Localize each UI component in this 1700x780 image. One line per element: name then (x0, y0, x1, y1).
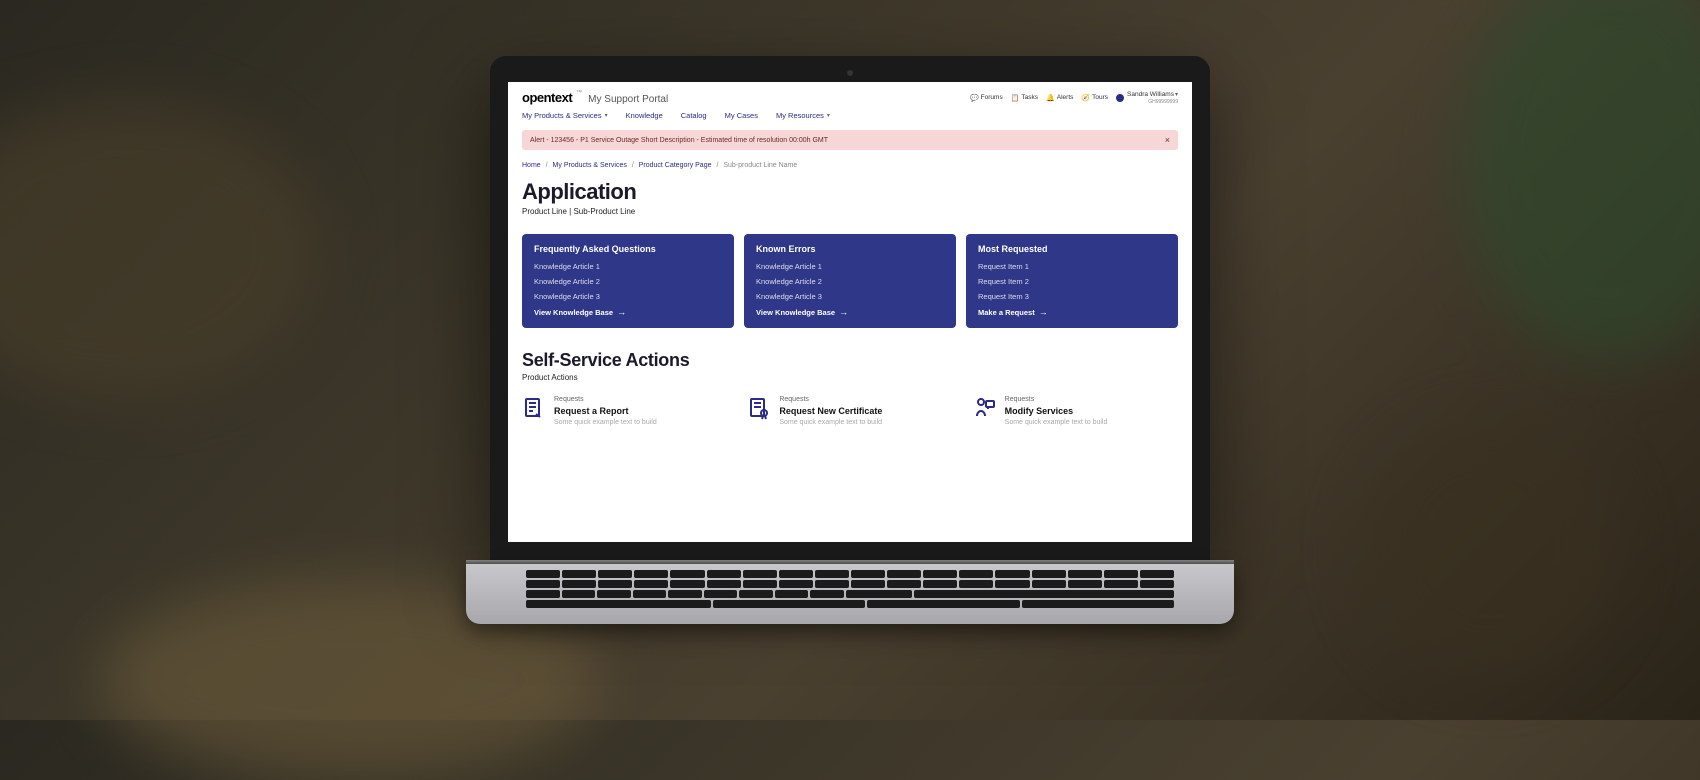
arrow-right-icon: → (839, 307, 848, 317)
nav-products[interactable]: My Products & Services ▾ (522, 111, 608, 120)
action-desc: Some quick example text to build (554, 419, 657, 426)
crumb-sep: / (632, 162, 634, 169)
arrow-right-icon: → (617, 307, 626, 317)
crumb-sep: / (716, 162, 718, 169)
tours-link[interactable]: 🧭 Tours (1081, 94, 1108, 102)
errors-item[interactable]: Knowledge Article 2 (756, 277, 944, 286)
self-service-title: Self-Service Actions (522, 350, 1178, 371)
requested-card-title: Most Requested (978, 244, 1166, 254)
user-menu[interactable]: Sandra Williams ▾ GH99999999 (1116, 91, 1178, 105)
action-desc: Some quick example text to build (1005, 419, 1108, 426)
brand-logo: opentext (522, 90, 572, 105)
requested-card: Most Requested Request Item 1 Request It… (966, 234, 1178, 328)
faq-item[interactable]: Knowledge Article 2 (534, 277, 722, 286)
faq-card-title: Frequently Asked Questions (534, 244, 722, 254)
crumb-current: Sub-product Line Name (723, 162, 797, 169)
forums-label: Forums (981, 94, 1003, 101)
crumb-category[interactable]: Product Category Page (639, 162, 712, 169)
laptop-deck (466, 564, 1234, 624)
faq-item[interactable]: Knowledge Article 1 (534, 262, 722, 271)
errors-card: Known Errors Knowledge Article 1 Knowled… (744, 234, 956, 328)
action-category: Requests (779, 396, 882, 403)
errors-cta[interactable]: View Knowledge Base → (756, 307, 944, 317)
user-id: GH99999999 (1127, 99, 1178, 105)
alert-text: Alert - 123456 - P1 Service Outage Short… (530, 137, 828, 144)
report-icon (522, 396, 546, 420)
laptop-keyboard (526, 570, 1174, 610)
laptop-mockup: opentext ™ My Support Portal 💬 Forums 📋 … (490, 56, 1210, 624)
action-category: Requests (554, 396, 657, 403)
requested-item[interactable]: Request Item 1 (978, 262, 1166, 271)
self-service-actions-row: Requests Request a Report Some quick exa… (522, 396, 1178, 426)
laptop-bezel: opentext ™ My Support Portal 💬 Forums 📋 … (490, 56, 1210, 560)
compass-icon: 🧭 (1081, 94, 1090, 102)
nav-catalog[interactable]: Catalog (681, 111, 707, 120)
requested-item[interactable]: Request Item 3 (978, 292, 1166, 301)
chevron-down-icon: ▾ (827, 112, 830, 119)
crumb-sep: / (546, 162, 548, 169)
faq-cta-label: View Knowledge Base (534, 308, 613, 317)
header-utility-links: 💬 Forums 📋 Tasks 🔔 Alerts 🧭 (970, 91, 1178, 105)
self-service-subtitle: Product Actions (522, 373, 1178, 382)
laptop-screen: opentext ™ My Support Portal 💬 Forums 📋 … (508, 82, 1192, 542)
camera-dot (847, 70, 853, 76)
brand[interactable]: opentext ™ My Support Portal (522, 90, 668, 105)
nav-knowledge[interactable]: Knowledge (626, 111, 663, 120)
errors-card-title: Known Errors (756, 244, 944, 254)
page-subtitle: Product Line | Sub-Product Line (522, 207, 1178, 216)
tasks-label: Tasks (1021, 94, 1038, 101)
alerts-link[interactable]: 🔔 Alerts (1046, 94, 1073, 102)
alerts-label: Alerts (1057, 94, 1074, 101)
action-category: Requests (1005, 396, 1108, 403)
avatar (1116, 94, 1124, 102)
user-name: Sandra Williams (1127, 91, 1174, 98)
action-request-report[interactable]: Requests Request a Report Some quick exa… (522, 396, 727, 426)
nav-resources-label: My Resources (776, 111, 824, 120)
nav-products-label: My Products & Services (522, 111, 602, 120)
requested-cta[interactable]: Make a Request → (978, 307, 1166, 317)
crumb-home[interactable]: Home (522, 162, 541, 169)
action-desc: Some quick example text to build (779, 419, 882, 426)
tasks-link[interactable]: 📋 Tasks (1011, 94, 1038, 102)
requested-item[interactable]: Request Item 2 (978, 277, 1166, 286)
crumb-products[interactable]: My Products & Services (553, 162, 627, 169)
support-portal-page: opentext ™ My Support Portal 💬 Forums 📋 … (508, 82, 1192, 434)
close-icon[interactable]: × (1165, 135, 1170, 145)
action-title: Request New Certificate (779, 406, 882, 416)
tours-label: Tours (1092, 94, 1108, 101)
nav-cases[interactable]: My Cases (725, 111, 758, 120)
page-title: Application (522, 179, 1178, 205)
faq-card: Frequently Asked Questions Knowledge Art… (522, 234, 734, 328)
nav-resources[interactable]: My Resources ▾ (776, 111, 830, 120)
arrow-right-icon: → (1039, 307, 1048, 317)
action-title: Request a Report (554, 406, 657, 416)
certificate-icon (747, 396, 771, 420)
chat-icon: 💬 (970, 94, 979, 102)
info-cards-row: Frequently Asked Questions Knowledge Art… (522, 234, 1178, 328)
main-nav: My Products & Services ▾ Knowledge Catal… (522, 111, 1178, 120)
brand-trademark: ™ (576, 90, 582, 96)
faq-cta[interactable]: View Knowledge Base → (534, 307, 722, 317)
errors-cta-label: View Knowledge Base (756, 308, 835, 317)
brand-subtitle: My Support Portal (588, 94, 668, 105)
errors-item[interactable]: Knowledge Article 1 (756, 262, 944, 271)
faq-item[interactable]: Knowledge Article 3 (534, 292, 722, 301)
requested-cta-label: Make a Request (978, 308, 1035, 317)
user-service-icon (973, 396, 997, 420)
errors-item[interactable]: Knowledge Article 3 (756, 292, 944, 301)
header-bar: opentext ™ My Support Portal 💬 Forums 📋 … (522, 90, 1178, 105)
action-modify-services[interactable]: Requests Modify Services Some quick exam… (973, 396, 1178, 426)
clipboard-icon: 📋 (1011, 94, 1020, 102)
breadcrumb: Home / My Products & Services / Product … (522, 162, 1178, 169)
forums-link[interactable]: 💬 Forums (970, 94, 1003, 102)
action-title: Modify Services (1005, 406, 1108, 416)
action-request-certificate[interactable]: Requests Request New Certificate Some qu… (747, 396, 952, 426)
chevron-down-icon: ▾ (1175, 91, 1178, 98)
bell-icon: 🔔 (1046, 94, 1055, 102)
chevron-down-icon: ▾ (605, 112, 608, 119)
alert-banner: Alert - 123456 - P1 Service Outage Short… (522, 130, 1178, 150)
